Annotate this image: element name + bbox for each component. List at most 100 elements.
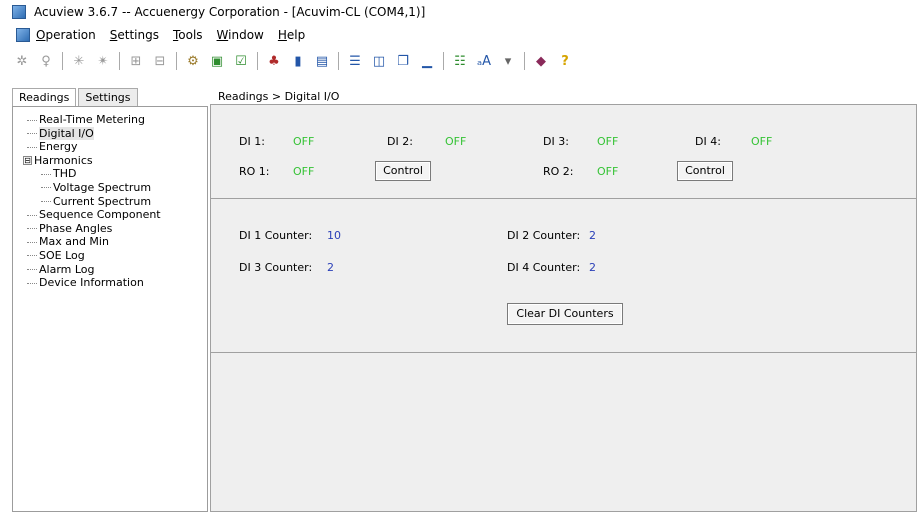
tree-item-phase-angles[interactable]: Phase Angles bbox=[13, 222, 207, 236]
cascade-icon[interactable]: ❐ bbox=[393, 51, 413, 71]
menu-help[interactable]: Help bbox=[278, 28, 305, 42]
ro1-control-button[interactable]: Control bbox=[375, 161, 431, 181]
toolbar-separator bbox=[338, 52, 339, 70]
toolbar-separator bbox=[257, 52, 258, 70]
menu-settings[interactable]: Settings bbox=[110, 28, 159, 42]
tree-connector bbox=[27, 241, 37, 243]
di1-status: OFF bbox=[293, 135, 315, 148]
minimize-icon[interactable]: ▁ bbox=[417, 51, 437, 71]
ro1-label: RO 1: bbox=[239, 165, 270, 178]
font-icon[interactable]: ₐA bbox=[474, 51, 494, 71]
device-icon[interactable]: ▮ bbox=[288, 51, 308, 71]
tree-item-label: Voltage Spectrum bbox=[53, 180, 152, 194]
bulb-disabled-icon[interactable]: ♀ bbox=[36, 51, 56, 71]
left-tabs: Readings Settings bbox=[12, 88, 140, 106]
tree-connector bbox=[27, 282, 37, 284]
tab-settings[interactable]: Settings bbox=[78, 88, 138, 106]
counters-section: DI 1 Counter: 10 DI 2 Counter: 2 DI 3 Co… bbox=[211, 199, 917, 353]
ro1-status: OFF bbox=[293, 165, 315, 178]
di4-label: DI 4: bbox=[695, 135, 721, 148]
tree-connector bbox=[27, 146, 37, 148]
tree-item-energy[interactable]: Energy bbox=[13, 140, 207, 154]
di4-counter-value: 2 bbox=[589, 261, 596, 274]
tree-item-label: THD bbox=[53, 167, 77, 181]
tree-connector bbox=[27, 133, 37, 135]
tree-item-label: Real-Time Metering bbox=[39, 113, 145, 126]
tile-vertical-icon[interactable]: ◫ bbox=[369, 51, 389, 71]
tree-item-label: Max and Min bbox=[39, 235, 109, 249]
checklist-icon[interactable]: ☑ bbox=[231, 51, 251, 71]
monitor-icon[interactable]: ▣ bbox=[207, 51, 227, 71]
tree-item-device-information[interactable]: Device Information bbox=[13, 276, 207, 290]
di3-status: OFF bbox=[597, 135, 619, 148]
tree-connector bbox=[27, 255, 37, 257]
document-icon[interactable] bbox=[16, 28, 30, 42]
tree-item-label: Sequence Component bbox=[39, 208, 161, 222]
tree-connector bbox=[41, 173, 51, 175]
di1-counter-value: 10 bbox=[327, 229, 341, 242]
tree-item-current-spectrum[interactable]: Current Spectrum bbox=[13, 195, 207, 209]
settings-gear-icon[interactable]: ⚙ bbox=[183, 51, 203, 71]
grid2-disabled-icon[interactable]: ⊟ bbox=[150, 51, 170, 71]
toolbar-separator bbox=[119, 52, 120, 70]
content-panel: DI 1: OFF DI 2: OFF DI 3: OFF DI 4: OFF … bbox=[210, 104, 917, 512]
navigation-tree: Real-Time Metering Digital I/O Energy ⊟ H… bbox=[12, 106, 208, 512]
toolbar: ✲ ♀ ✳ ✴ ⊞ ⊟ ⚙ ▣ ☑ ♣ ▮ ▤ ☰ ◫ ❐ ▁ ☷ ₐA ▾ ◆… bbox=[0, 48, 917, 74]
tree-connector bbox=[41, 187, 51, 189]
book-icon[interactable]: ◆ bbox=[531, 51, 551, 71]
ro2-status: OFF bbox=[597, 165, 619, 178]
tree-item-label: Current Spectrum bbox=[53, 194, 152, 208]
tree-item-label: Energy bbox=[39, 140, 78, 154]
ro2-control-button[interactable]: Control bbox=[677, 161, 733, 181]
tree-item-thd[interactable]: THD bbox=[13, 167, 207, 181]
di3-counter-label: DI 3 Counter: bbox=[239, 261, 313, 274]
digital-io-section: DI 1: OFF DI 2: OFF DI 3: OFF DI 4: OFF … bbox=[211, 105, 917, 199]
di1-label: DI 1: bbox=[239, 135, 265, 148]
menu-window[interactable]: Window bbox=[217, 28, 264, 42]
star-disabled-icon[interactable]: ✳ bbox=[69, 51, 89, 71]
window-title: Acuview 3.6.7 -- Accuenergy Corporation … bbox=[34, 5, 426, 19]
toolbar-separator bbox=[176, 52, 177, 70]
tree-item-sequence-component[interactable]: Sequence Component bbox=[13, 208, 207, 222]
tree-item-real-time-metering[interactable]: Real-Time Metering bbox=[13, 113, 207, 127]
toolbar-separator bbox=[62, 52, 63, 70]
tile-horizontal-icon[interactable]: ☰ bbox=[345, 51, 365, 71]
tree-icon[interactable]: ☷ bbox=[450, 51, 470, 71]
menu-tools[interactable]: Tools bbox=[173, 28, 203, 42]
help-icon[interactable]: ? bbox=[555, 51, 575, 71]
grid-disabled-icon[interactable]: ⊞ bbox=[126, 51, 146, 71]
app-icon bbox=[12, 5, 26, 19]
clear-di-counters-button[interactable]: Clear DI Counters bbox=[507, 303, 623, 325]
ro2-label: RO 2: bbox=[543, 165, 574, 178]
tree-item-label: SOE Log bbox=[39, 248, 85, 262]
di3-label: DI 3: bbox=[543, 135, 569, 148]
tree-item-soe-log[interactable]: SOE Log bbox=[13, 249, 207, 263]
tree-item-harmonics[interactable]: ⊟ Harmonics bbox=[13, 154, 207, 168]
di1-counter-label: DI 1 Counter: bbox=[239, 229, 313, 242]
star2-disabled-icon[interactable]: ✴ bbox=[93, 51, 113, 71]
tab-readings[interactable]: Readings bbox=[12, 88, 77, 106]
tree-item-voltage-spectrum[interactable]: Voltage Spectrum bbox=[13, 181, 207, 195]
collapse-icon[interactable]: ⊟ bbox=[23, 156, 32, 166]
tree-item-label: Device Information bbox=[39, 276, 144, 290]
tree-item-alarm-log[interactable]: Alarm Log bbox=[13, 263, 207, 277]
tree-item-max-and-min[interactable]: Max and Min bbox=[13, 235, 207, 249]
tree-connector bbox=[27, 228, 37, 230]
title-bar: Acuview 3.6.7 -- Accuenergy Corporation … bbox=[0, 0, 917, 24]
di4-status: OFF bbox=[751, 135, 773, 148]
menu-bar: Operation Settings Tools Window Help bbox=[0, 24, 917, 46]
network-icon[interactable]: ♣ bbox=[264, 51, 284, 71]
tree-item-label: Phase Angles bbox=[39, 221, 113, 235]
di2-status: OFF bbox=[445, 135, 467, 148]
panel-icon[interactable]: ▤ bbox=[312, 51, 332, 71]
menu-operation[interactable]: Operation bbox=[36, 28, 96, 42]
di3-counter-value: 2 bbox=[327, 261, 334, 274]
toolbar-separator bbox=[524, 52, 525, 70]
tree-item-digital-io[interactable]: Digital I/O bbox=[13, 126, 207, 141]
tree-item-label: Digital I/O bbox=[39, 126, 94, 140]
dropdown-icon[interactable]: ▾ bbox=[498, 51, 518, 71]
tree-item-label: Alarm Log bbox=[39, 262, 95, 276]
breadcrumb: Readings > Digital I/O bbox=[218, 90, 340, 103]
gear-disabled-icon[interactable]: ✲ bbox=[12, 51, 32, 71]
di2-label: DI 2: bbox=[387, 135, 413, 148]
